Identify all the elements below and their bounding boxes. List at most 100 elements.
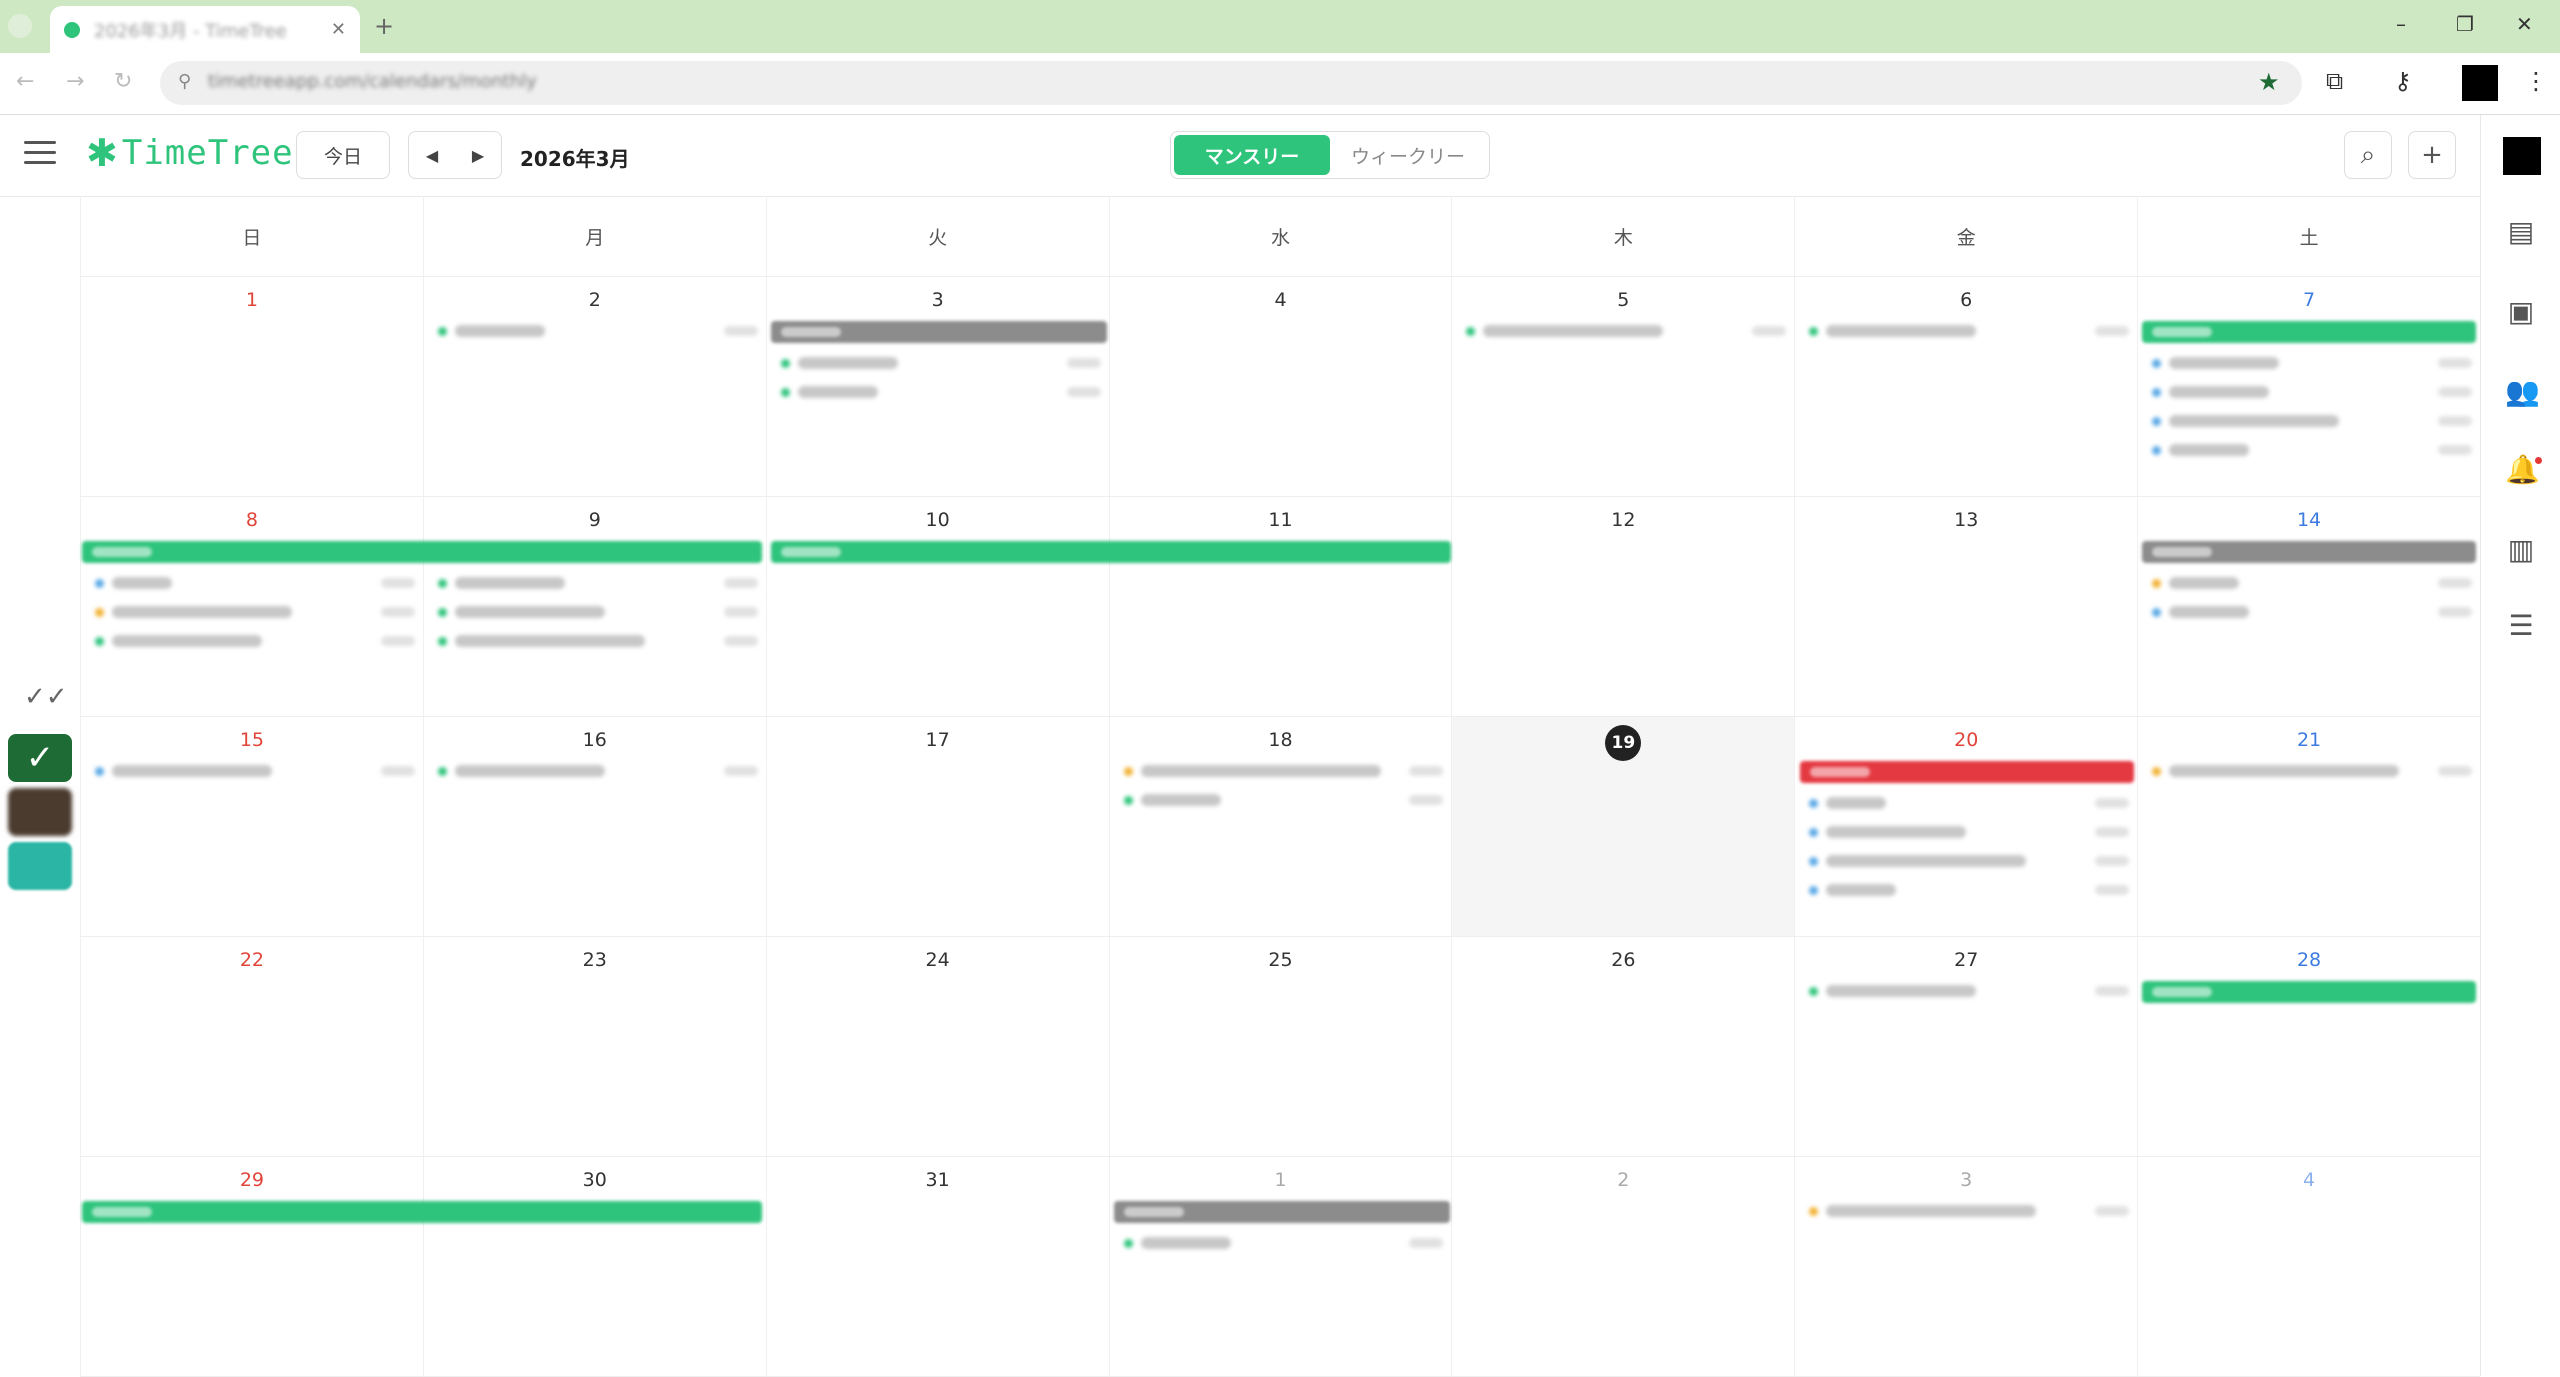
day-cell[interactable]: 9 [422, 497, 766, 716]
event-item[interactable] [2152, 570, 2472, 596]
reload-icon[interactable]: ↻ [114, 69, 132, 94]
day-cell[interactable]: 10 [765, 497, 1109, 716]
day-cell[interactable]: 29 [80, 1157, 423, 1376]
search-icon[interactable]: ⌕ [2344, 131, 2392, 179]
event-item[interactable] [1809, 819, 2130, 845]
album-icon[interactable]: ▣ [2505, 295, 2537, 328]
day-cell[interactable]: 6 [1794, 277, 2137, 496]
settings-sliders-icon[interactable]: ☰ [2505, 609, 2537, 642]
day-cell[interactable]: 11 [1108, 497, 1452, 716]
event-item[interactable] [1123, 787, 1444, 813]
multiday-event-bar[interactable] [1800, 761, 2134, 783]
day-cell[interactable]: 8 [80, 497, 423, 716]
bell-icon[interactable]: 🔔 [2505, 453, 2540, 486]
event-item[interactable] [2152, 408, 2472, 434]
event-item[interactable] [95, 599, 415, 625]
multiday-event-bar[interactable] [82, 1201, 762, 1223]
event-item[interactable] [1809, 978, 2130, 1004]
event-item[interactable] [2152, 758, 2472, 784]
event-item[interactable] [1809, 848, 2130, 874]
day-cell[interactable]: 2 [1451, 1157, 1794, 1376]
day-cell[interactable]: 5 [1451, 277, 1794, 496]
day-cell[interactable]: 27 [1794, 937, 2137, 1156]
site-info-icon[interactable]: ⚲ [178, 71, 191, 92]
event-item[interactable] [95, 758, 415, 784]
weekly-view-tab[interactable]: ウィークリー [1330, 135, 1486, 175]
event-item[interactable] [437, 318, 758, 344]
event-item[interactable] [95, 570, 415, 596]
today-button[interactable]: 今日 [296, 131, 390, 179]
account-avatar[interactable] [2503, 137, 2541, 175]
event-item[interactable] [437, 570, 758, 596]
event-item[interactable] [2152, 350, 2472, 376]
event-item[interactable] [1809, 877, 2130, 903]
profile-avatar[interactable] [2462, 65, 2498, 101]
address-bar[interactable]: ⚲ timetreeapp.com/calendars/monthly ★ [160, 61, 2302, 105]
day-cell[interactable]: 4 [2137, 1157, 2480, 1376]
day-cell[interactable]: 25 [1108, 937, 1452, 1156]
day-cell[interactable]: 17 [765, 717, 1109, 936]
event-item[interactable] [1466, 318, 1787, 344]
monthly-view-tab[interactable]: マンスリー [1174, 135, 1330, 175]
double-check-icon[interactable]: ✓✓ [24, 682, 68, 712]
calendar-thumb-selected[interactable]: ✓ [8, 734, 72, 782]
tab-close-icon[interactable]: ✕ [331, 19, 346, 40]
day-cell[interactable]: 1 [80, 277, 423, 496]
members-icon[interactable]: 👥 [2505, 375, 2540, 408]
day-cell[interactable]: 1 [1108, 1157, 1452, 1376]
next-month-icon[interactable]: ▶ [455, 132, 501, 178]
password-key-icon[interactable]: ⚷ [2394, 67, 2412, 95]
memo-icon[interactable]: ▤ [2505, 215, 2537, 248]
day-cell[interactable]: 30 [422, 1157, 766, 1376]
plus-icon[interactable]: + [2408, 131, 2456, 179]
timetree-logo[interactable]: ✱ TimeTree [86, 133, 294, 173]
browser-menu-icon[interactable]: ⋮ [2524, 67, 2548, 95]
day-cell[interactable]: 14 [2137, 497, 2480, 716]
event-item[interactable] [2152, 599, 2472, 625]
multiday-event-bar[interactable] [2142, 321, 2476, 343]
day-cell[interactable]: 26 [1451, 937, 1794, 1156]
event-item[interactable] [1809, 1198, 2130, 1224]
multiday-event-bar[interactable] [771, 541, 1451, 563]
day-cell[interactable]: 20 [1794, 717, 2137, 936]
hamburger-menu-icon[interactable] [24, 141, 56, 165]
bookmark-star-icon[interactable]: ★ [2258, 68, 2280, 96]
multiday-event-bar[interactable] [82, 541, 762, 563]
day-cell[interactable]: 7 [2137, 277, 2480, 496]
event-item[interactable] [2152, 437, 2472, 463]
prev-month-icon[interactable]: ◀ [409, 132, 455, 178]
calendar-thumb-teal[interactable] [8, 842, 72, 890]
event-item[interactable] [780, 350, 1101, 376]
window-restore-button[interactable]: ❐ [2456, 12, 2474, 36]
event-item[interactable] [1809, 318, 2130, 344]
event-item[interactable] [437, 599, 758, 625]
day-cell[interactable]: 2 [422, 277, 766, 496]
event-item[interactable] [95, 628, 415, 654]
event-item[interactable] [1809, 790, 2130, 816]
multiday-event-bar[interactable] [2142, 981, 2476, 1003]
day-cell[interactable]: 23 [422, 937, 766, 1156]
day-cell[interactable]: 12 [1451, 497, 1794, 716]
window-minimize-button[interactable]: – [2396, 12, 2406, 36]
day-cell[interactable]: 15 [80, 717, 423, 936]
multiday-event-bar[interactable] [2142, 541, 2476, 563]
multiday-event-bar[interactable] [1114, 1201, 1450, 1223]
browser-tab[interactable]: 2026年3月 - TimeTree ✕ [50, 6, 360, 53]
news-icon[interactable]: ▥ [2505, 533, 2537, 566]
new-tab-plus-icon[interactable]: + [374, 12, 394, 40]
day-cell-today[interactable]: 19 [1451, 717, 1795, 936]
event-item[interactable] [437, 758, 758, 784]
day-cell[interactable]: 16 [422, 717, 766, 936]
day-cell[interactable]: 21 [2137, 717, 2480, 936]
day-cell[interactable]: 31 [765, 1157, 1109, 1376]
day-cell[interactable]: 3 [765, 277, 1109, 496]
day-cell[interactable]: 3 [1794, 1157, 2137, 1376]
multiday-event-bar[interactable] [771, 321, 1107, 343]
calendar-thumb-photo[interactable] [8, 788, 72, 836]
event-item[interactable] [437, 628, 758, 654]
day-cell[interactable]: 28 [2137, 937, 2480, 1156]
day-cell[interactable]: 13 [1794, 497, 2137, 716]
day-cell[interactable]: 18 [1108, 717, 1452, 936]
day-cell[interactable]: 22 [80, 937, 423, 1156]
forward-arrow-icon[interactable]: → [66, 69, 84, 94]
